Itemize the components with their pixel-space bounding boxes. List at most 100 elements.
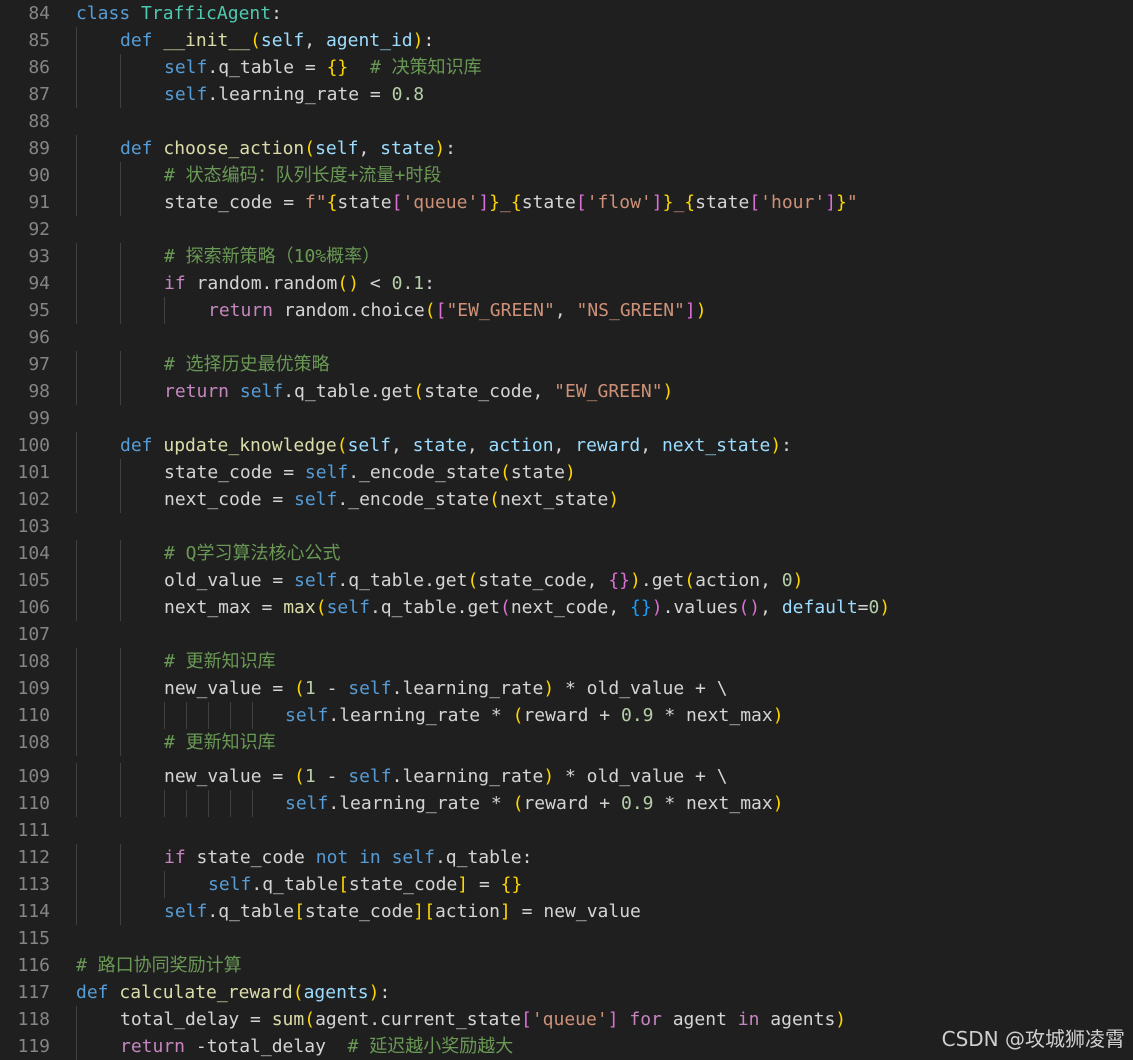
indent-guide bbox=[76, 1006, 77, 1033]
code-token: new_value = bbox=[164, 766, 295, 787]
code-line[interactable]: 113 self.q_table[state_code] = {} bbox=[0, 871, 1133, 898]
code-text[interactable]: return self.q_table.get(state_code, "EW_… bbox=[164, 378, 673, 405]
code-text[interactable]: # 探索新策略（10%概率） bbox=[164, 243, 380, 270]
code-line[interactable]: 99 bbox=[0, 405, 1133, 432]
indent-guide bbox=[120, 567, 121, 594]
code-line[interactable]: 115 bbox=[0, 925, 1133, 952]
code-line[interactable]: 112 if state_code not in self.q_table: bbox=[0, 844, 1133, 871]
code-text[interactable]: self.q_table[state_code][action] = new_v… bbox=[164, 898, 641, 925]
code-line[interactable]: 91 state_code = f"{state['queue']}_{state… bbox=[0, 189, 1133, 216]
code-line[interactable]: 101 state_code = self._encode_state(state… bbox=[0, 459, 1133, 486]
code-line[interactable]: 103 bbox=[0, 513, 1133, 540]
code-line[interactable]: 90 # 状态编码：队列长度+流量+时段 bbox=[0, 162, 1133, 189]
code-line[interactable]: 96 bbox=[0, 324, 1133, 351]
code-line[interactable]: 95 return random.choice(["EW_GREEN", "NS_… bbox=[0, 297, 1133, 324]
code-line[interactable]: 102 next_code = self._encode_state(next_s… bbox=[0, 486, 1133, 513]
code-line[interactable]: 100 def update_knowledge(self, state, act… bbox=[0, 432, 1133, 459]
code-editor[interactable]: 84 class TrafficAgent: 85 def __init__(self… bbox=[0, 0, 1133, 1060]
code-token: agent_id bbox=[325, 30, 413, 51]
code-text[interactable]: old_value = self.q_table.get(state_code,… bbox=[164, 567, 803, 594]
code-text[interactable]: next_max = max(self.q_table.get(next_cod… bbox=[164, 594, 890, 621]
code-token: _ bbox=[673, 192, 685, 213]
code-line[interactable]: 104 # Q学习算法核心公式 bbox=[0, 540, 1133, 567]
code-line[interactable]: 92 bbox=[0, 216, 1133, 243]
code-line[interactable]: 108 # 更新知识库 bbox=[0, 648, 1133, 675]
code-text[interactable]: # 状态编码：队列长度+流量+时段 bbox=[164, 162, 441, 189]
code-line[interactable]: 114 self.q_table[state_code][action] = ne… bbox=[0, 898, 1133, 925]
code-token: action bbox=[488, 435, 554, 456]
code-line[interactable]: 89 def choose_action(self, state): bbox=[0, 135, 1133, 162]
code-token: ] bbox=[478, 192, 490, 213]
code-text[interactable]: # 路口协同奖励计算 bbox=[76, 952, 242, 979]
code-text[interactable]: next_code = self._encode_state(next_stat… bbox=[164, 486, 619, 513]
line-number: 91 bbox=[28, 192, 50, 213]
code-line[interactable]: 110 self.learning_rate * (reward + 0.9 * … bbox=[0, 790, 1133, 817]
code-text[interactable]: self.learning_rate * (reward + 0.9 * nex… bbox=[285, 702, 784, 729]
code-text[interactable]: def calculate_reward(agents): bbox=[76, 979, 390, 1006]
line-number: 109 bbox=[17, 678, 50, 699]
code-token: return bbox=[120, 1036, 196, 1057]
indent-guide bbox=[164, 297, 165, 324]
code-line[interactable]: 110 self.learning_rate * (reward + 0.9 * … bbox=[0, 702, 1133, 729]
code-text[interactable]: # 选择历史最优策略 bbox=[164, 351, 330, 378]
code-text[interactable]: if random.random() < 0.1: bbox=[164, 270, 435, 297]
code-text[interactable]: def choose_action(self, state): bbox=[120, 135, 456, 162]
code-token: [ bbox=[575, 192, 587, 213]
code-text[interactable]: if state_code not in self.q_table: bbox=[164, 844, 533, 871]
code-line[interactable]: 94 if random.random() < 0.1: bbox=[0, 270, 1133, 297]
code-line[interactable]: 111 bbox=[0, 817, 1133, 844]
code-token: next_max = bbox=[164, 597, 284, 618]
code-line[interactable]: 107 bbox=[0, 621, 1133, 648]
code-text[interactable]: state_code = f"{state['queue']}_{state['… bbox=[164, 189, 858, 216]
code-line[interactable]: 106 next_max = max(self.q_table.get(next_… bbox=[0, 594, 1133, 621]
code-text[interactable]: state_code = self._encode_state(state) bbox=[164, 459, 576, 486]
code-token: TrafficAgent bbox=[141, 3, 272, 24]
code-line[interactable]: 105 old_value = self.q_table.get(state_co… bbox=[0, 567, 1133, 594]
code-token: {} bbox=[608, 570, 631, 591]
code-line[interactable]: 109 new_value = (1 - self.learning_rate) … bbox=[0, 675, 1133, 702]
code-line[interactable]: 97 # 选择历史最优策略 bbox=[0, 351, 1133, 378]
code-line[interactable]: 87 self.learning_rate = 0.8 bbox=[0, 81, 1133, 108]
code-token: update_knowledge bbox=[163, 435, 337, 456]
code-text[interactable]: self.q_table[state_code] = {} bbox=[208, 871, 522, 898]
code-line[interactable]: 85 def __init__(self, agent_id): bbox=[0, 27, 1133, 54]
code-text[interactable]: # Q学习算法核心公式 bbox=[164, 540, 341, 567]
code-line[interactable]: 98 return self.q_table.get(state_code, "E… bbox=[0, 378, 1133, 405]
code-line[interactable]: 86 self.q_table = {} # 决策知识库 bbox=[0, 54, 1133, 81]
code-text[interactable]: self.learning_rate * (reward + 0.9 * nex… bbox=[285, 790, 784, 817]
code-text[interactable]: # 更新知识库 bbox=[164, 648, 276, 675]
code-token: : bbox=[271, 3, 282, 24]
code-text[interactable]: # 更新知识库 bbox=[164, 729, 276, 756]
code-token: 0.8 bbox=[391, 84, 425, 105]
code-text[interactable]: new_value = (1 - self.learning_rate) * o… bbox=[164, 675, 728, 702]
code-text[interactable]: def __init__(self, agent_id): bbox=[120, 27, 434, 54]
code-token: ( bbox=[512, 793, 524, 814]
code-text[interactable]: self.learning_rate = 0.8 bbox=[164, 81, 424, 108]
code-line[interactable]: 84 class TrafficAgent: bbox=[0, 0, 1133, 27]
code-token: {} bbox=[500, 874, 523, 895]
code-text[interactable]: self.q_table = {} # 决策知识库 bbox=[164, 54, 482, 81]
code-line[interactable]: 109 new_value = (1 - self.learning_rate) … bbox=[0, 763, 1133, 790]
code-text[interactable]: new_value = (1 - self.learning_rate) * o… bbox=[164, 763, 728, 790]
indent-guide bbox=[76, 1033, 77, 1060]
code-text[interactable]: def update_knowledge(self, state, action… bbox=[120, 432, 792, 459]
code-text[interactable]: return -total_delay # 延迟越小奖励越大 bbox=[120, 1033, 513, 1060]
code-text[interactable]: total_delay = sum(agent.current_state['q… bbox=[120, 1006, 846, 1033]
code-token: default bbox=[781, 597, 858, 618]
code-line[interactable]: 93 # 探索新策略（10%概率） bbox=[0, 243, 1133, 270]
code-line[interactable]: 117 def calculate_reward(agents): bbox=[0, 979, 1133, 1006]
indent-guide bbox=[120, 189, 121, 216]
code-text[interactable]: class TrafficAgent: bbox=[76, 0, 282, 27]
code-token: reward + bbox=[523, 793, 621, 814]
indent-guide bbox=[186, 702, 187, 729]
line-number: 113 bbox=[17, 874, 50, 895]
code-line[interactable]: 88 bbox=[0, 108, 1133, 135]
indent-guide bbox=[120, 378, 121, 405]
code-line[interactable]: 116 # 路口协同奖励计算 bbox=[0, 952, 1133, 979]
code-line[interactable]: 108 # 更新知识库 bbox=[0, 729, 1133, 756]
code-text[interactable]: return random.choice(["EW_GREEN", "NS_GR… bbox=[208, 297, 707, 324]
line-number: 92 bbox=[28, 219, 50, 240]
line-number: 101 bbox=[17, 462, 50, 483]
